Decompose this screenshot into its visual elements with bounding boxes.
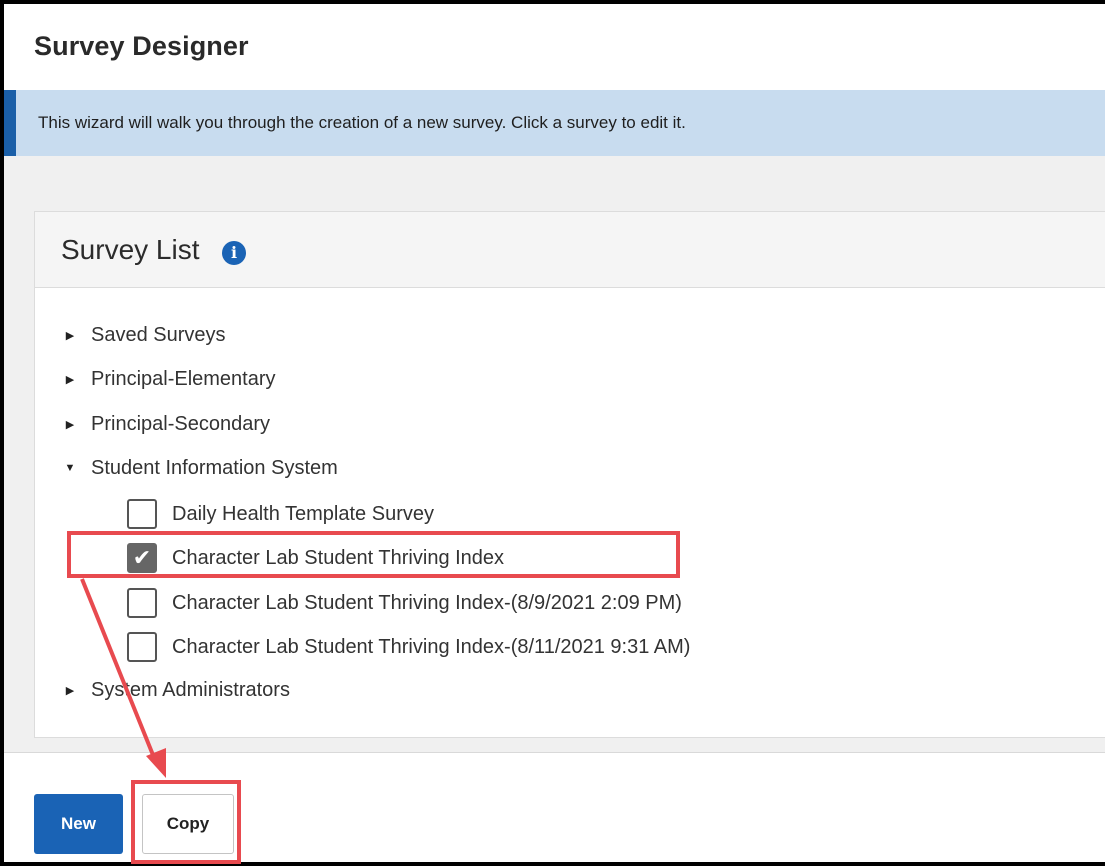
caret-right-icon[interactable]: ▶ bbox=[61, 409, 79, 439]
page-header: Survey Designer bbox=[4, 4, 1105, 90]
survey-item-label[interactable]: Daily Health Template Survey bbox=[172, 503, 434, 526]
tree-item-label: Principal-Secondary bbox=[91, 412, 270, 435]
survey-item-label[interactable]: Character Lab Student Thriving Index-(8/… bbox=[172, 592, 682, 615]
page-title: Survey Designer bbox=[34, 31, 249, 61]
survey-item-label[interactable]: Character Lab Student Thriving Index-(8/… bbox=[172, 636, 690, 659]
tree-item-label: Principal-Elementary bbox=[91, 367, 276, 390]
copy-button[interactable]: Copy bbox=[142, 794, 234, 854]
survey-checkbox[interactable] bbox=[127, 588, 157, 618]
survey-list-header: Survey List i bbox=[35, 212, 1105, 288]
tree-item-label: Student Information System bbox=[91, 456, 338, 479]
info-icon[interactable]: i bbox=[222, 241, 246, 265]
action-footer: New Copy bbox=[4, 752, 1105, 862]
survey-list-title: Survey List bbox=[61, 234, 200, 265]
caret-right-icon[interactable]: ▶ bbox=[61, 364, 79, 394]
tree-item-system-administrators[interactable]: ▶ System Administrators bbox=[61, 675, 290, 705]
new-button[interactable]: New bbox=[34, 794, 123, 854]
survey-list-panel: Survey List i ▶ Saved Surveys ▶ Principa… bbox=[34, 211, 1105, 738]
info-banner-text: This wizard will walk you through the cr… bbox=[38, 113, 686, 132]
app-frame: Survey Designer This wizard will walk yo… bbox=[0, 0, 1105, 866]
tree-item-student-information-system[interactable]: ▼ Student Information System bbox=[61, 453, 338, 483]
survey-item-character-lab-thriving-index[interactable]: ✔ Character Lab Student Thriving Index bbox=[127, 541, 504, 575]
checkmark-icon: ✔ bbox=[132, 545, 152, 571]
survey-item-label[interactable]: Character Lab Student Thriving Index bbox=[172, 547, 504, 570]
tree-item-label: System Administrators bbox=[91, 678, 290, 701]
caret-right-icon[interactable]: ▶ bbox=[61, 675, 79, 705]
caret-right-icon[interactable]: ▶ bbox=[61, 320, 79, 350]
survey-checkbox[interactable] bbox=[127, 499, 157, 529]
tree-item-label: Saved Surveys bbox=[91, 323, 226, 346]
survey-checkbox[interactable] bbox=[127, 632, 157, 662]
caret-down-icon[interactable]: ▼ bbox=[61, 453, 79, 483]
tree-item-saved-surveys[interactable]: ▶ Saved Surveys bbox=[61, 320, 226, 350]
info-banner: This wizard will walk you through the cr… bbox=[4, 90, 1105, 156]
tree-item-principal-secondary[interactable]: ▶ Principal-Secondary bbox=[61, 409, 270, 439]
survey-item-character-lab-thriving-index-aug9[interactable]: Character Lab Student Thriving Index-(8/… bbox=[127, 586, 682, 620]
survey-item-character-lab-thriving-index-aug11[interactable]: Character Lab Student Thriving Index-(8/… bbox=[127, 630, 690, 664]
survey-checkbox-checked[interactable]: ✔ bbox=[127, 543, 157, 573]
survey-item-daily-health-template[interactable]: Daily Health Template Survey bbox=[127, 497, 434, 531]
tree-item-principal-elementary[interactable]: ▶ Principal-Elementary bbox=[61, 364, 276, 394]
